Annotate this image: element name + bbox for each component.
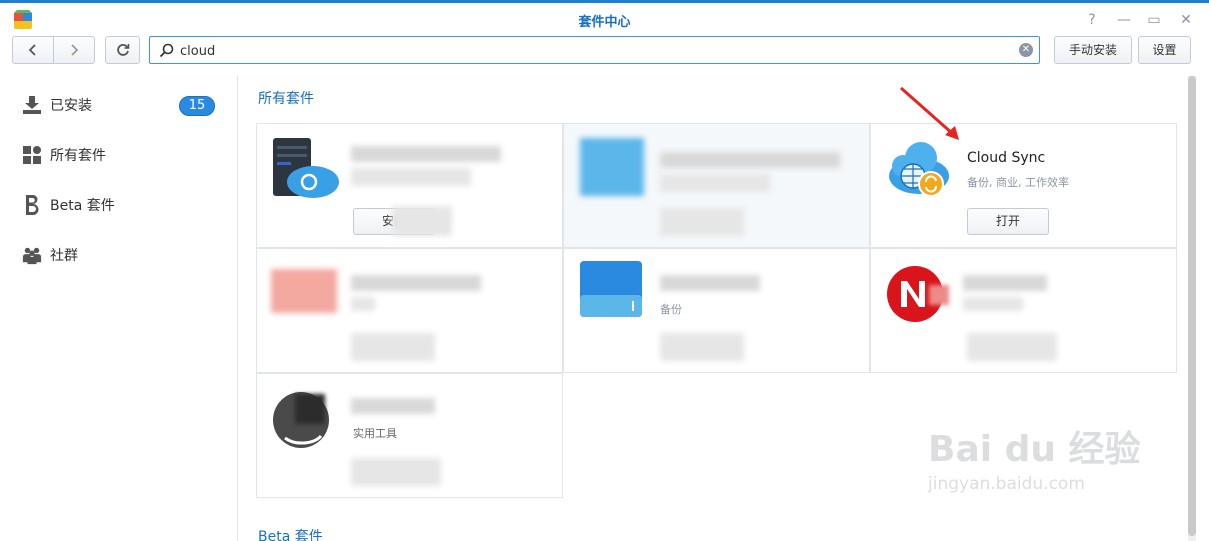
search-input[interactable]: [180, 41, 1010, 61]
window-title: 套件中心: [578, 15, 631, 30]
grid-icon: [22, 145, 42, 165]
package-name: Cloud Sync: [967, 150, 1046, 166]
scroll-thumb[interactable]: [1188, 76, 1196, 536]
package-card[interactable]: [256, 248, 563, 373]
forward-button[interactable]: [53, 37, 94, 63]
sidebar: 已安装 15 所有套件 Beta 套件 社群: [0, 76, 238, 541]
clear-search-icon[interactable]: ✕: [1019, 43, 1033, 57]
download-icon: [22, 95, 42, 115]
search-icon: [159, 43, 174, 58]
beta-icon: [22, 195, 42, 215]
community-icon: [22, 245, 42, 265]
blue-drive-icon: [580, 261, 642, 317]
chevron-right-icon: [71, 44, 79, 56]
sidebar-item-label: 已安装: [50, 98, 92, 114]
back-button[interactable]: [13, 37, 53, 63]
manual-install-button[interactable]: 手动安装: [1054, 36, 1132, 64]
package-card[interactable]: 备份: [563, 248, 870, 373]
package-card[interactable]: [563, 123, 870, 248]
annotation-arrow-icon: [900, 86, 959, 140]
package-card[interactable]: [870, 248, 1177, 373]
sidebar-item-label: Beta 套件: [50, 198, 115, 214]
package-category: 备份: [660, 303, 682, 316]
refresh-icon: [116, 44, 129, 56]
sidebar-item-community[interactable]: 社群: [0, 235, 237, 275]
scrollbar[interactable]: [1188, 76, 1196, 541]
nav-buttons: [12, 36, 95, 64]
settings-button[interactable]: 设置: [1138, 36, 1191, 64]
package-category: 实用工具: [353, 427, 397, 440]
close-icon[interactable]: ✕: [1176, 10, 1196, 30]
sidebar-item-all-packages[interactable]: 所有套件: [0, 135, 237, 175]
watermark-logo: Bai du 经验: [928, 429, 1141, 470]
open-button[interactable]: 打开: [967, 208, 1049, 235]
installed-count-badge: 15: [179, 96, 215, 116]
dark-package-icon: [273, 392, 329, 448]
refresh-button[interactable]: [105, 36, 140, 64]
section-title-beta: Beta 套件: [258, 529, 323, 541]
red-n-icon: [887, 266, 949, 322]
server-cloud-icon: [273, 138, 339, 198]
watermark-url: jingyan.baidu.com: [928, 474, 1085, 494]
maximize-icon[interactable]: ▭: [1144, 10, 1164, 30]
watermark: Bai du 经验 jingyan.baidu.com: [928, 420, 1148, 520]
cloud-sync-icon: [889, 142, 949, 197]
sidebar-item-installed[interactable]: 已安装 15: [0, 85, 237, 125]
sidebar-item-label: 社群: [50, 248, 78, 264]
help-icon[interactable]: ?: [1082, 10, 1102, 30]
search-field[interactable]: ✕: [149, 36, 1040, 64]
title-bar: 套件中心 ? — ▭ ✕: [0, 0, 1209, 34]
package-card[interactable]: 安装: [256, 123, 563, 248]
chevron-left-icon: [28, 44, 36, 56]
minimize-icon[interactable]: —: [1114, 10, 1134, 30]
toolbar: ✕ 手动安装 设置: [0, 34, 1209, 70]
section-title-all-packages: 所有套件: [258, 91, 314, 107]
sidebar-item-label: 所有套件: [50, 148, 106, 164]
sidebar-item-beta[interactable]: Beta 套件: [0, 185, 237, 225]
package-category: 备份, 商业, 工作效率: [967, 176, 1069, 189]
package-card[interactable]: 实用工具: [256, 373, 563, 498]
